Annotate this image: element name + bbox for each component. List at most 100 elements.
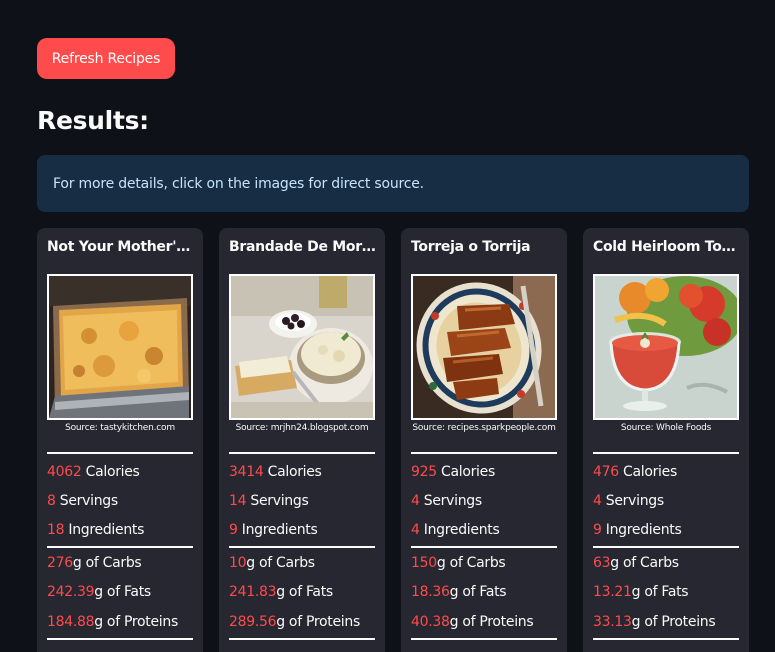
ingredients-value: 9	[593, 522, 602, 538]
calories-value: 925	[411, 464, 437, 480]
ingredients-stat: 4 Ingredients	[411, 522, 500, 538]
info-alert-text: For more details, click on the images fo…	[53, 175, 424, 192]
proteins-value: 33.13	[593, 614, 632, 630]
proteins-label: g of Proteins	[276, 614, 360, 630]
divider	[411, 638, 557, 640]
carbs-label: g of Carbs	[436, 555, 506, 571]
carbs-value: 63	[593, 555, 611, 571]
carbs-label: g of Carbs	[246, 555, 315, 571]
refresh-recipes-button[interactable]: Refresh Recipes	[37, 38, 175, 79]
proteins-stat: 184.88g of Proteins	[47, 614, 178, 630]
carbs-value: 10	[229, 555, 247, 571]
servings-label: Servings	[605, 493, 664, 509]
carbs-value: 150	[411, 555, 437, 571]
ingredients-stat: 18 Ingredients	[47, 522, 144, 538]
servings-value: 8	[47, 493, 56, 509]
ingredients-value: 4	[411, 522, 420, 538]
app-page: Refresh Recipes Results: For more detail…	[0, 0, 775, 652]
calories-stat: 4062 Calories	[47, 464, 140, 480]
recipe-title: Cold Heirloom Tomato Soup	[593, 239, 741, 255]
calories-label: Calories	[622, 464, 677, 480]
divider	[593, 452, 739, 454]
proteins-stat: 33.13g of Proteins	[593, 614, 716, 630]
recipe-image	[49, 276, 191, 418]
carbs-label: g of Carbs	[72, 555, 142, 571]
fats-stat: 13.21g of Fats	[593, 584, 689, 600]
info-alert: For more details, click on the images fo…	[37, 155, 749, 212]
ingredients-label: Ingredients	[605, 522, 682, 538]
servings-stat: 8 Servings	[47, 493, 118, 509]
fats-label: g of Fats	[449, 584, 507, 600]
servings-label: Servings	[250, 493, 309, 509]
fats-value: 18.36	[411, 584, 450, 600]
carbs-stat: 150g of Carbs	[411, 555, 506, 571]
recipe-source: Source: tastykitchen.com	[65, 423, 175, 433]
servings-stat: 4 Servings	[593, 493, 664, 509]
recipe-card: Cold Heirloom Tomato Soup	[583, 228, 749, 652]
recipe-card: Not Your Mother's Mac and Cheese Source:…	[37, 228, 203, 652]
ingredients-value: 9	[229, 522, 238, 538]
carbs-stat: 10g of Carbs	[229, 555, 315, 571]
calories-value: 476	[593, 464, 619, 480]
servings-stat: 4 Servings	[411, 493, 482, 509]
recipe-image	[413, 276, 555, 418]
recipe-image	[231, 276, 373, 418]
fats-stat: 241.83g of Fats	[229, 584, 333, 600]
fats-value: 241.83	[229, 584, 277, 600]
fats-stat: 242.39g of Fats	[47, 584, 151, 600]
calories-value: 4062	[47, 464, 82, 480]
results-heading: Results:	[37, 106, 149, 135]
fats-value: 13.21	[593, 584, 632, 600]
calories-stat: 3414 Calories	[229, 464, 322, 480]
carbs-value: 276	[47, 555, 73, 571]
ingredients-label: Ingredients	[68, 522, 145, 538]
recipe-title: Not Your Mother's Mac and Cheese	[47, 239, 195, 255]
divider	[229, 638, 375, 640]
carbs-label: g of Carbs	[610, 555, 679, 571]
recipe-image-link[interactable]	[593, 274, 739, 420]
proteins-value: 184.88	[47, 614, 95, 630]
divider	[229, 546, 375, 548]
proteins-value: 40.38	[411, 614, 450, 630]
recipe-title: Torreja o Torrija	[411, 239, 531, 255]
servings-value: 4	[411, 493, 420, 509]
fats-stat: 18.36g of Fats	[411, 584, 507, 600]
recipe-card: Torreja o Torrija Source: recipes.sparkp…	[401, 228, 567, 652]
recipe-image	[595, 276, 737, 418]
servings-stat: 14 Servings	[229, 493, 309, 509]
servings-value: 4	[593, 493, 602, 509]
recipe-image-link[interactable]	[411, 274, 557, 420]
carbs-stat: 63g of Carbs	[593, 555, 679, 571]
calories-label: Calories	[85, 464, 140, 480]
recipe-source: Source: mrjhn24.blogspot.com	[235, 423, 369, 433]
recipe-image-link[interactable]	[229, 274, 375, 420]
fats-label: g of Fats	[276, 584, 333, 600]
ingredients-stat: 9 Ingredients	[593, 522, 682, 538]
servings-label: Servings	[423, 493, 482, 509]
divider	[411, 546, 557, 548]
calories-stat: 925 Calories	[411, 464, 495, 480]
divider	[593, 638, 739, 640]
servings-value: 14	[229, 493, 247, 509]
proteins-label: g of Proteins	[631, 614, 716, 630]
fats-label: g of Fats	[94, 584, 151, 600]
servings-label: Servings	[59, 493, 118, 509]
recipe-source: Source: recipes.sparkpeople.com	[412, 423, 556, 433]
divider	[47, 638, 193, 640]
proteins-stat: 40.38g of Proteins	[411, 614, 534, 630]
ingredients-value: 18	[47, 522, 65, 538]
divider	[47, 452, 193, 454]
fats-value: 242.39	[47, 584, 95, 600]
calories-label: Calories	[440, 464, 495, 480]
divider	[229, 452, 375, 454]
recipe-title: Brandade De Morue	[229, 239, 377, 255]
carbs-stat: 276g of Carbs	[47, 555, 142, 571]
recipe-image-link[interactable]	[47, 274, 193, 420]
ingredients-label: Ingredients	[241, 522, 318, 538]
recipe-source: Source: Whole Foods	[620, 423, 712, 433]
proteins-label: g of Proteins	[449, 614, 534, 630]
divider	[411, 452, 557, 454]
ingredients-label: Ingredients	[423, 522, 500, 538]
proteins-value: 289.56	[229, 614, 277, 630]
recipe-card: Brandade De Morue Source: mrjhn24.blogsp…	[219, 228, 385, 652]
